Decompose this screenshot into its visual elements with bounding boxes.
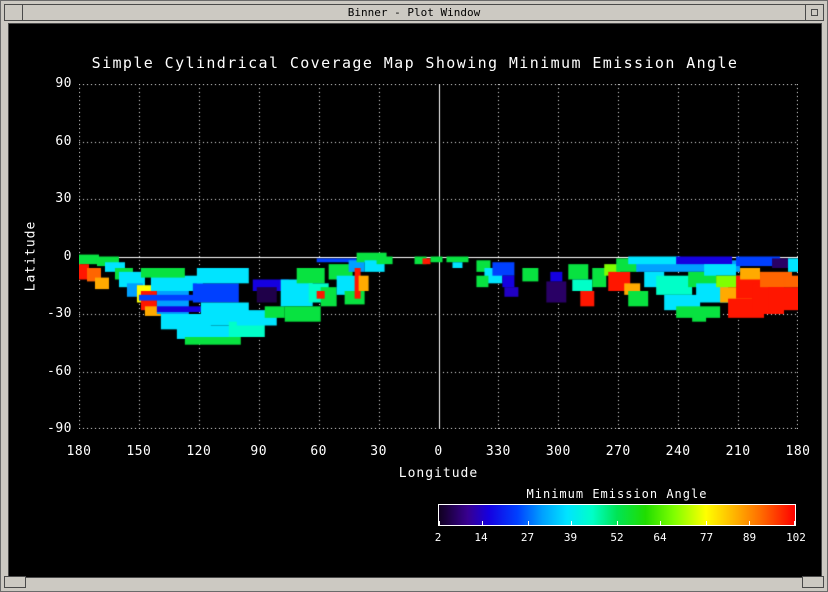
colorbar-tick-label: 2 — [418, 531, 458, 544]
y-tick-label: 90 — [24, 76, 72, 91]
colorbar-tick-label: 39 — [550, 531, 590, 544]
x-tick-label: 30 — [355, 444, 403, 459]
x-tick-label: 150 — [115, 444, 163, 459]
plot-title: Simple Cylindrical Coverage Map Showing … — [9, 54, 821, 72]
colorbar-title: Minimum Emission Angle — [438, 487, 796, 501]
x-tick-label: 300 — [534, 444, 582, 459]
y-tick-label: -90 — [24, 421, 72, 436]
x-tick-label: 240 — [654, 444, 702, 459]
window-titlebar[interactable]: Binner - Plot Window — [4, 4, 824, 21]
colorbar-tick-label: 52 — [597, 531, 637, 544]
colorbar-notch — [617, 521, 618, 525]
x-tick-label: 0 — [415, 444, 463, 459]
y-tick-label: 0 — [24, 249, 72, 264]
window-title: Binner - Plot Window — [23, 4, 805, 21]
colorbar-notch — [528, 521, 529, 525]
colorbar-notch — [439, 521, 440, 525]
x-tick-label: 210 — [714, 444, 762, 459]
colorbar-tick-label: 89 — [729, 531, 769, 544]
colorbar-tick-label: 27 — [508, 531, 548, 544]
x-tick-label: 60 — [295, 444, 343, 459]
colorbar-tick-label: 14 — [461, 531, 501, 544]
x-tick-label: 180 — [55, 444, 103, 459]
x-tick-label: 180 — [774, 444, 822, 459]
colorbar — [438, 504, 796, 526]
plot-canvas-area: Simple Cylindrical Coverage Map Showing … — [8, 23, 822, 578]
colorbar-notch — [749, 521, 750, 525]
window-maximize-button[interactable] — [805, 4, 824, 21]
colorbar-notch — [660, 521, 661, 525]
x-tick-label: 120 — [175, 444, 223, 459]
colorbar-notch — [794, 521, 795, 525]
colorbar-tick-label: 77 — [687, 531, 727, 544]
colorbar-tick-label: 64 — [640, 531, 680, 544]
x-tick-label: 330 — [474, 444, 522, 459]
resize-grip-bottom-left[interactable] — [4, 576, 26, 588]
window-menu-button[interactable] — [4, 4, 23, 21]
x-tick-label: 90 — [235, 444, 283, 459]
colorbar-notch — [482, 521, 483, 525]
y-tick-label: -30 — [24, 306, 72, 321]
x-axis-label: Longitude — [79, 466, 798, 481]
y-tick-label: 30 — [24, 191, 72, 206]
plot-window: Binner - Plot Window Simple Cylindrical … — [0, 0, 828, 592]
colorbar-notch — [571, 521, 572, 525]
colorbar-tick-label: 102 — [776, 531, 816, 544]
x-tick-label: 270 — [594, 444, 642, 459]
coverage-map-canvas — [79, 84, 798, 429]
maximize-icon — [811, 9, 818, 16]
y-tick-label: -60 — [24, 364, 72, 379]
y-tick-label: 60 — [24, 134, 72, 149]
colorbar-notch — [706, 521, 707, 525]
resize-grip-bottom-right[interactable] — [802, 576, 824, 588]
